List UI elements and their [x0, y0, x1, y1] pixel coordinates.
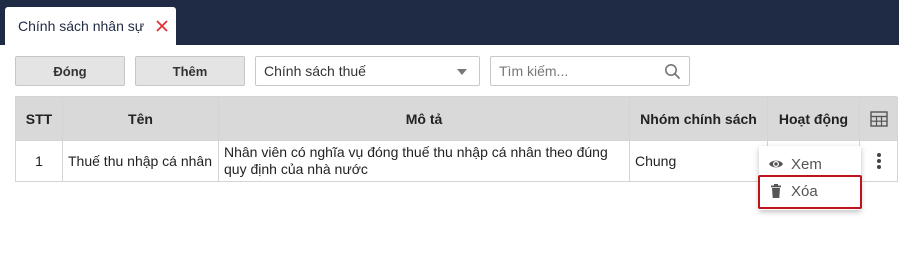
top-bar: Chính sách nhân sự	[0, 0, 899, 45]
menu-item-delete-label: Xóa	[791, 182, 818, 200]
row-1-stt: 1	[16, 141, 63, 182]
search-box[interactable]	[490, 56, 690, 86]
add-button[interactable]: Thêm	[135, 56, 245, 86]
chevron-down-icon	[457, 69, 467, 75]
column-header-stt[interactable]: STT	[16, 97, 63, 141]
column-header-description[interactable]: Mô tả	[219, 97, 630, 141]
eye-icon	[769, 160, 783, 168]
column-header-actions: Hoạt động	[768, 97, 860, 141]
menu-item-view[interactable]: Xem	[759, 149, 861, 179]
row-1-group: Chung	[630, 141, 768, 182]
trash-icon	[771, 184, 781, 198]
search-icon[interactable]	[664, 63, 681, 80]
column-header-name[interactable]: Tên	[63, 97, 219, 141]
policy-type-select-value: Chính sách thuế	[264, 63, 366, 79]
policy-type-select[interactable]: Chính sách thuế	[255, 56, 480, 86]
column-header-group[interactable]: Nhóm chính sách	[630, 97, 768, 141]
tab-chinh-sach-nhan-su[interactable]: Chính sách nhân sự	[5, 7, 176, 45]
table-settings-icon[interactable]	[869, 110, 888, 127]
tab-label: Chính sách nhân sự	[18, 18, 145, 34]
menu-item-delete[interactable]: Xóa	[759, 176, 861, 206]
column-config-cell	[860, 97, 898, 141]
row-1-name: Thuế thu nhập cá nhân	[63, 141, 219, 182]
search-input[interactable]	[491, 57, 661, 85]
menu-item-view-label: Xem	[791, 155, 822, 173]
close-button[interactable]: Đóng	[15, 56, 125, 86]
row-1-description: Nhân viên có nghĩa vụ đóng thuế thu nhập…	[219, 141, 630, 182]
more-vertical-icon[interactable]	[876, 153, 882, 169]
row-actions-menu: Xem Xóa	[759, 146, 861, 210]
close-icon[interactable]	[155, 19, 169, 33]
